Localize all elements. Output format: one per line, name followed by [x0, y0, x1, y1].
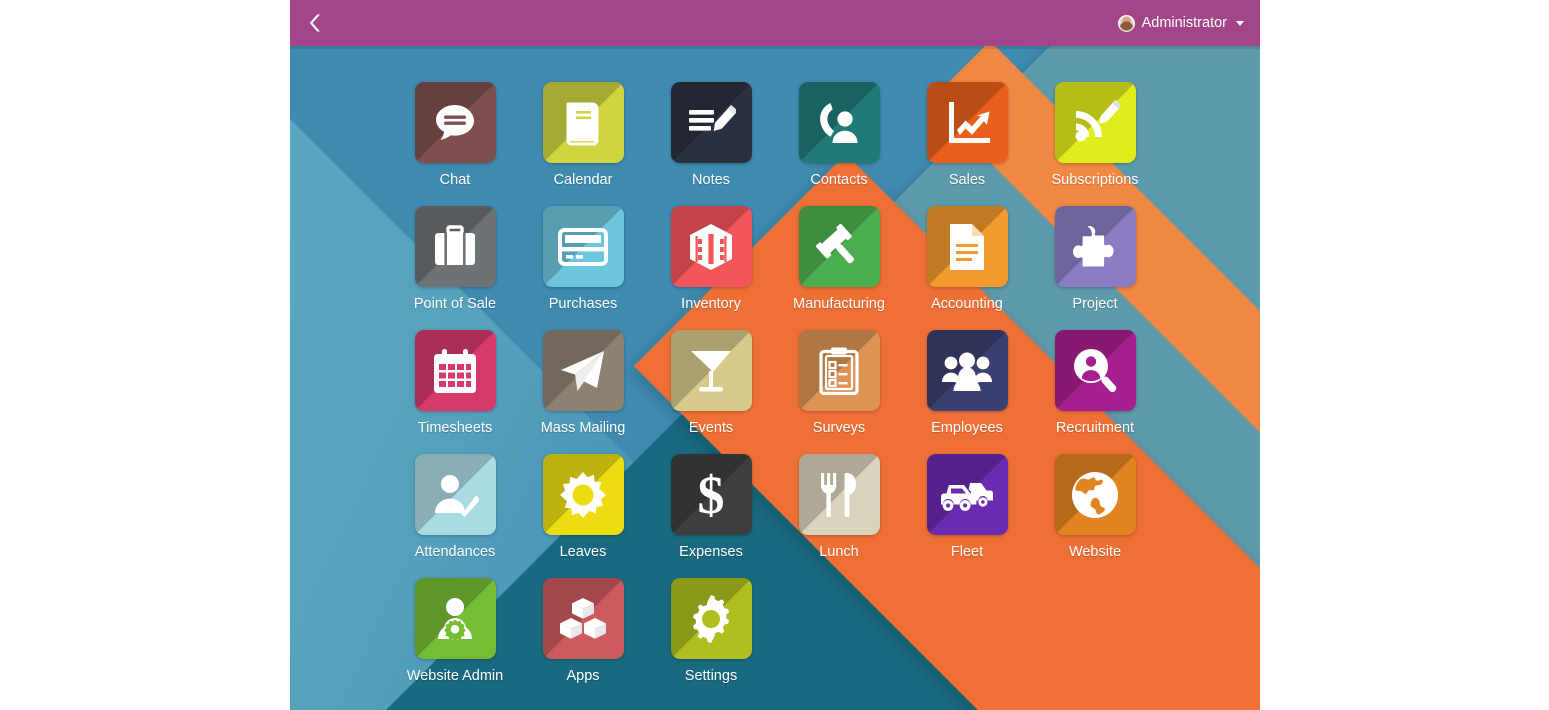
- app-item-attendances[interactable]: Attendances: [391, 454, 519, 578]
- app-item-project[interactable]: Project: [1031, 206, 1159, 330]
- caret-down-icon: [1236, 20, 1244, 26]
- app-label: Sales: [948, 172, 986, 188]
- app-label: Chat: [439, 172, 471, 188]
- app-label: Point of Sale: [413, 296, 497, 312]
- app-label: Inventory: [681, 296, 741, 312]
- app-label: Project: [1072, 296, 1118, 312]
- app-label: Settings: [684, 668, 738, 684]
- app-label: Surveys: [812, 420, 866, 436]
- credit-card-icon[interactable]: [542, 206, 624, 287]
- app-grid: Chat Calendar Notes Contacts Sales Subsc…: [290, 46, 1260, 710]
- app-item-employees[interactable]: Employees: [903, 330, 1031, 454]
- people-group-icon[interactable]: [926, 330, 1008, 411]
- app-label: Calendar: [553, 172, 613, 188]
- blocks-icon[interactable]: [542, 578, 624, 659]
- fork-knife-icon[interactable]: [798, 454, 880, 535]
- app-item-inventory[interactable]: Inventory: [647, 206, 775, 330]
- app-item-timesheets[interactable]: Timesheets: [391, 330, 519, 454]
- app-label: Accounting: [931, 296, 1003, 312]
- top-bar: Administrator: [290, 0, 1260, 49]
- app-item-lunch[interactable]: Lunch: [775, 454, 903, 578]
- dollar-icon[interactable]: $: [670, 454, 752, 535]
- app-item-sales[interactable]: Sales: [903, 82, 1031, 206]
- app-item-settings[interactable]: Settings: [647, 578, 775, 702]
- app-item-accounting[interactable]: Accounting: [903, 206, 1031, 330]
- rss-pencil-icon[interactable]: [1054, 82, 1136, 163]
- app-label: Employees: [931, 420, 1003, 436]
- paper-plane-icon[interactable]: [542, 330, 624, 411]
- search-person-icon[interactable]: [1054, 330, 1136, 411]
- app-item-subscriptions[interactable]: Subscriptions: [1031, 82, 1159, 206]
- cars-icon[interactable]: [926, 454, 1008, 535]
- chevron-left-icon: [308, 13, 322, 33]
- chart-arrow-icon[interactable]: [926, 82, 1008, 163]
- app-label: Fleet: [950, 544, 984, 560]
- app-item-apps[interactable]: Apps: [519, 578, 647, 702]
- app-label: Recruitment: [1055, 420, 1135, 436]
- user-name: Administrator: [1141, 15, 1227, 31]
- clipboard-icon[interactable]: [798, 330, 880, 411]
- app-item-point-of-sale[interactable]: Point of Sale: [391, 206, 519, 330]
- app-item-contacts[interactable]: Contacts: [775, 82, 903, 206]
- app-label: Lunch: [819, 544, 859, 560]
- notes-pencil-icon[interactable]: [670, 82, 752, 163]
- app-label: Website: [1068, 544, 1122, 560]
- user-menu[interactable]: Administrator: [1117, 14, 1244, 32]
- gavel-icon[interactable]: [798, 206, 880, 287]
- app-label: Apps: [566, 668, 600, 684]
- chat-bubble-icon[interactable]: [414, 82, 496, 163]
- briefcase-icon[interactable]: [414, 206, 496, 287]
- sun-icon[interactable]: [542, 454, 624, 535]
- app-label: Leaves: [559, 544, 607, 560]
- app-label: Contacts: [810, 172, 868, 188]
- app-item-leaves[interactable]: Leaves: [519, 454, 647, 578]
- app-label: Website Admin: [406, 668, 504, 684]
- app-item-chat[interactable]: Chat: [391, 82, 519, 206]
- app-item-events[interactable]: Events: [647, 330, 775, 454]
- cocktail-icon[interactable]: [670, 330, 752, 411]
- app-label: Mass Mailing: [540, 420, 626, 436]
- app-label: Subscriptions: [1051, 172, 1139, 188]
- book-icon[interactable]: [542, 82, 624, 163]
- document-icon[interactable]: [926, 206, 1008, 287]
- app-window: Administrator Chat Calendar Notes Contac…: [290, 0, 1260, 710]
- app-item-purchases[interactable]: Purchases: [519, 206, 647, 330]
- person-check-icon[interactable]: [414, 454, 496, 535]
- app-item-surveys[interactable]: Surveys: [775, 330, 903, 454]
- person-gear-icon[interactable]: [414, 578, 496, 659]
- app-label: Notes: [692, 172, 730, 188]
- app-label: Expenses: [679, 544, 743, 560]
- app-label: Events: [688, 420, 734, 436]
- app-item-calendar[interactable]: Calendar: [519, 82, 647, 206]
- app-item-recruitment[interactable]: Recruitment: [1031, 330, 1159, 454]
- calendar-grid-icon[interactable]: [414, 330, 496, 411]
- app-label: Timesheets: [417, 420, 493, 436]
- app-item-fleet[interactable]: Fleet: [903, 454, 1031, 578]
- app-label: Attendances: [414, 544, 496, 560]
- app-item-mass-mailing[interactable]: Mass Mailing: [519, 330, 647, 454]
- back-button[interactable]: [302, 10, 328, 36]
- warehouse-icon[interactable]: [670, 206, 752, 287]
- phone-person-icon[interactable]: [798, 82, 880, 163]
- app-item-website-admin[interactable]: Website Admin: [391, 578, 519, 702]
- app-label: Purchases: [548, 296, 618, 312]
- screen: Administrator Chat Calendar Notes Contac…: [0, 0, 1549, 710]
- app-item-expenses[interactable]: $ Expenses: [647, 454, 775, 578]
- puzzle-icon[interactable]: [1054, 206, 1136, 287]
- gear-icon[interactable]: [670, 578, 752, 659]
- avatar: [1117, 14, 1135, 32]
- app-label: Manufacturing: [793, 296, 885, 312]
- app-item-manufacturing[interactable]: Manufacturing: [775, 206, 903, 330]
- app-item-website[interactable]: Website: [1031, 454, 1159, 578]
- globe-icon[interactable]: [1054, 454, 1136, 535]
- app-item-notes[interactable]: Notes: [647, 82, 775, 206]
